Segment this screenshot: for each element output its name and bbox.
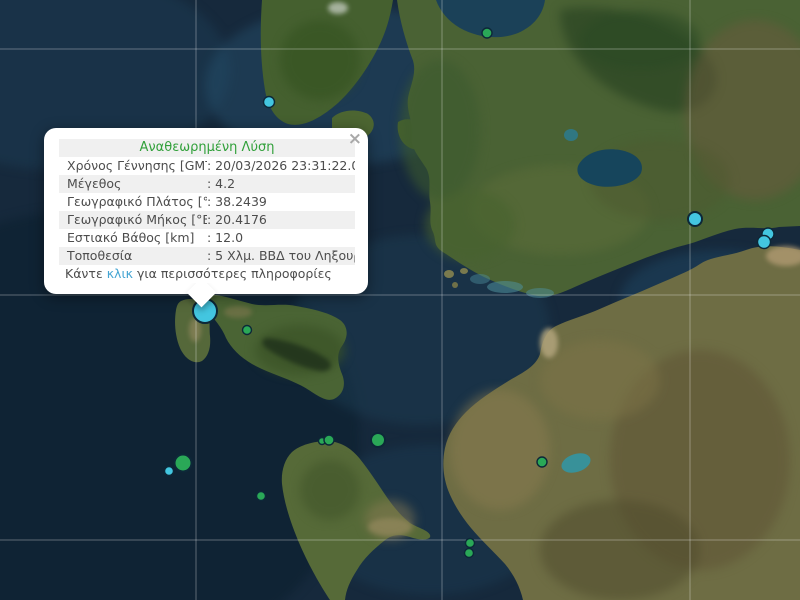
earthquake-marker[interactable] xyxy=(243,326,252,335)
earthquake-marker[interactable] xyxy=(688,212,702,226)
popup-row-value: : 38.2439 xyxy=(207,193,355,211)
popup-close-button[interactable]: × xyxy=(348,131,362,148)
earthquake-marker[interactable] xyxy=(537,457,547,467)
popup-row-label: Χρόνος Γέννησης [GMT] xyxy=(59,157,207,175)
earthquake-popup: × Αναθεωρημένη Λύση Χρόνος Γέννησης [GMT… xyxy=(44,128,368,294)
earthquake-marker[interactable] xyxy=(465,549,474,558)
popup-row-value: : 20/03/2026 23:31:22.03 xyxy=(207,157,355,175)
popup-more-info-link[interactable]: κλικ xyxy=(107,266,133,281)
earthquake-marker[interactable] xyxy=(165,467,174,476)
popup-row-label: Εστιακό Βάθος [km] xyxy=(59,229,207,247)
popup-row-value: : 20.4176 xyxy=(207,211,355,229)
popup-row-label: Μέγεθος xyxy=(59,175,207,193)
popup-row: Γεωγραφικό Μήκος [°E]: 20.4176 xyxy=(59,211,355,229)
earthquake-marker[interactable] xyxy=(758,236,771,249)
satellite-map[interactable] xyxy=(0,0,800,600)
popup-row-value: : 5 Χλμ. ΒΒΔ του Ληξουρίου xyxy=(207,247,355,265)
popup-row: Γεωγραφικό Πλάτος [°N]: 38.2439 xyxy=(59,193,355,211)
popup-row: Τοποθεσία: 5 Χλμ. ΒΒΔ του Ληξουρίου xyxy=(59,247,355,265)
popup-footer-prefix: Κάντε xyxy=(65,266,107,281)
earthquake-marker[interactable] xyxy=(324,435,334,445)
popup-row-label: Γεωγραφικό Πλάτος [°N] xyxy=(59,193,207,211)
popup-row-value: : 4.2 xyxy=(207,175,355,193)
earthquake-marker[interactable] xyxy=(264,97,275,108)
earthquake-marker[interactable] xyxy=(482,28,492,38)
popup-table: Χρόνος Γέννησης [GMT]: 20/03/2026 23:31:… xyxy=(59,157,355,265)
popup-footer-suffix: για περισσότερες πληροφορίες xyxy=(133,266,332,281)
popup-row-label: Τοποθεσία xyxy=(59,247,207,265)
popup-title: Αναθεωρημένη Λύση xyxy=(59,139,355,157)
earthquake-marker[interactable] xyxy=(175,455,192,472)
popup-row: Μέγεθος: 4.2 xyxy=(59,175,355,193)
popup-row-label: Γεωγραφικό Μήκος [°E] xyxy=(59,211,207,229)
earthquake-marker[interactable] xyxy=(466,539,475,548)
popup-row-value: : 12.0 xyxy=(207,229,355,247)
popup-row: Εστιακό Βάθος [km]: 12.0 xyxy=(59,229,355,247)
earthquake-marker[interactable] xyxy=(371,433,385,447)
popup-row: Χρόνος Γέννησης [GMT]: 20/03/2026 23:31:… xyxy=(59,157,355,175)
earthquake-marker[interactable] xyxy=(257,492,266,501)
popup-footer: Κάντε κλικ για περισσότερες πληροφορίες xyxy=(59,265,355,283)
popup-table-body: Χρόνος Γέννησης [GMT]: 20/03/2026 23:31:… xyxy=(59,157,355,265)
